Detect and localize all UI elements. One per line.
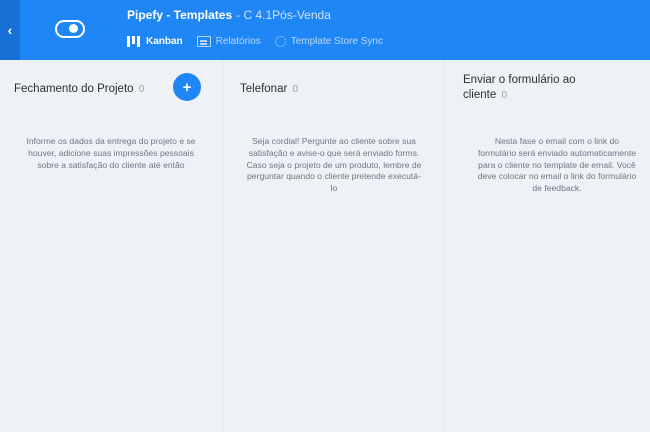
pipefy-logo-icon[interactable] [55, 20, 85, 38]
phase-title-text: Enviar o formulário ao [463, 74, 576, 86]
reports-icon [196, 36, 211, 47]
phase-title-text: Fechamento do Projeto [14, 83, 134, 95]
phase-description: Seja cordial! Pergunte ao cliente sobre … [246, 136, 422, 194]
phase-card-count: 0 [501, 90, 508, 101]
chevron-left-icon: ‹ [7, 22, 13, 38]
phase-column-fechamento: Fechamento do Projeto 0 + Informe os dad… [0, 60, 222, 432]
page-title-row: Pipefy - Templates - C 4.1Pós-Venda [127, 8, 331, 24]
phase-title: Fechamento do Projeto 0 [14, 82, 144, 97]
phase-card-count: 0 [138, 84, 145, 95]
phase-title: Enviar o formulário ao cliente 0 [463, 73, 576, 103]
add-card-button[interactable]: + [173, 73, 201, 101]
tab-template-store-sync-label: Template Store Sync [290, 36, 383, 47]
phase-description: Informe os dados da entrega do projeto e… [26, 136, 196, 170]
phase-column-enviar-formulario: Enviar o formulário ao cliente 0 Nesta f… [443, 60, 650, 432]
kanban-icon [127, 36, 141, 47]
tab-reports[interactable]: Relatórios [196, 36, 261, 47]
phase-description: Nesta fase o email com o link do formulá… [477, 136, 637, 194]
tab-kanban-label: Kanban [146, 36, 183, 47]
phase-header: Fechamento do Projeto 0 + [0, 60, 222, 121]
pipe-nav: Kanban Relatórios Template Store Sync [127, 36, 383, 47]
phase-title: Telefonar 0 [240, 82, 298, 97]
phase-card-count: 0 [292, 84, 299, 95]
kanban-board: Fechamento do Projeto 0 + Informe os dad… [0, 60, 650, 432]
top-header: ‹ Pipefy - Templates - C 4.1Pós-Venda Kan… [0, 0, 650, 60]
tab-template-store-sync[interactable]: Template Store Sync [274, 36, 383, 47]
tab-reports-label: Relatórios [215, 36, 261, 47]
phase-column-telefonar: Telefonar 0 Seja cordial! Pergunte ao cl… [222, 60, 443, 432]
pipe-subtitle: - C 4.1Pós-Venda [236, 8, 331, 22]
phase-header: Telefonar 0 [223, 60, 443, 121]
phase-header: Enviar o formulário ao cliente 0 [444, 60, 650, 121]
tab-kanban[interactable]: Kanban [127, 36, 183, 47]
page-title: Pipefy - Templates [127, 8, 233, 22]
back-button[interactable]: ‹ [0, 0, 20, 60]
phase-title-text: Telefonar [240, 83, 288, 95]
sync-icon [274, 36, 286, 47]
phase-title-text-line2: cliente [463, 89, 497, 101]
